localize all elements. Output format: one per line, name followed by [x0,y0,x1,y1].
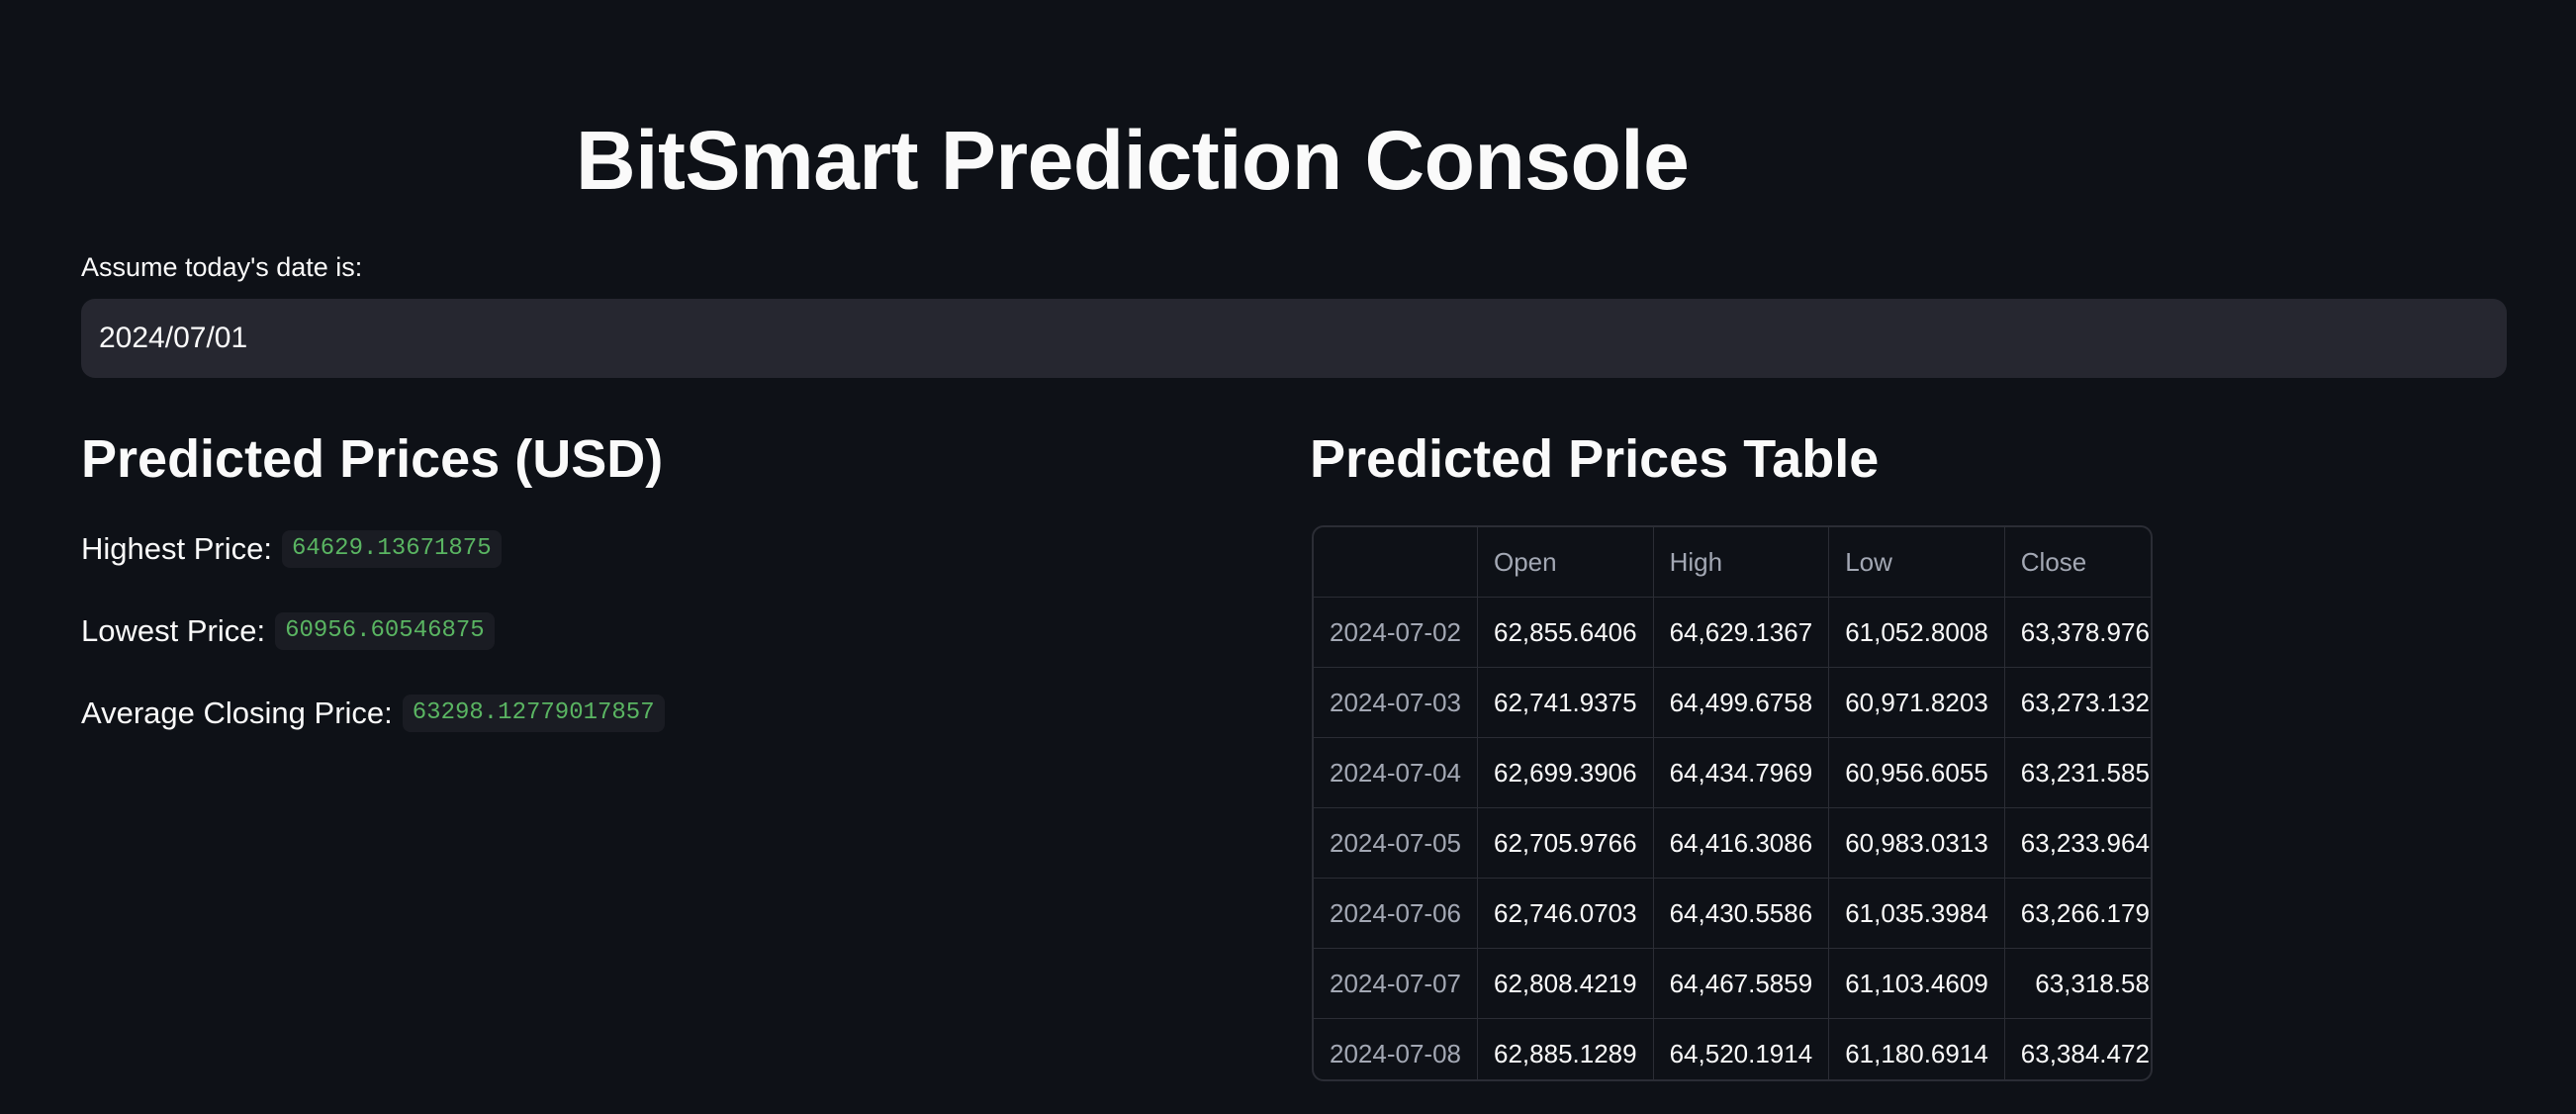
cell-close[interactable]: 63,231.5859 [2003,737,2151,808]
cell-close[interactable]: 63,318.582 [2003,948,2151,1019]
lowest-price-label: Lowest Price: [81,613,266,648]
table-row: 2024-07-02 62,855.6406 64,629.1367 61,05… [1314,597,2151,668]
table-row: 2024-07-06 62,746.0703 64,430.5586 61,03… [1314,878,2151,949]
row-date: 2024-07-07 [1314,948,1478,1019]
app-root: BitSmart Prediction Console Assume today… [0,0,2576,1114]
cell-close[interactable]: 63,266.1797 [2003,878,2151,949]
average-closing-price-label: Average Closing Price: [81,696,393,730]
column-header-high[interactable]: High [1652,527,1830,598]
cell-open[interactable]: 62,808.4219 [1477,948,1654,1019]
average-closing-price-metric: Average Closing Price: 63298.12779017857 [81,693,665,734]
predicted-prices-table-heading: Predicted Prices Table [1310,429,1880,489]
cell-high[interactable]: 64,629.1367 [1652,597,1830,668]
data-table: Open High Low Close 2024-07-02 62,855.64… [1314,527,2151,1079]
cell-low[interactable]: 61,035.3984 [1828,878,2005,949]
cell-low[interactable]: 60,956.6055 [1828,737,2005,808]
cell-low[interactable]: 61,103.4609 [1828,948,2005,1019]
column-header-low[interactable]: Low [1828,527,2005,598]
column-header-close[interactable]: Close [2003,527,2151,598]
table-row: 2024-07-07 62,808.4219 64,467.5859 61,10… [1314,948,2151,1019]
cell-low[interactable]: 60,983.0313 [1828,807,2005,879]
highest-price-value: 64629.13671875 [281,530,502,568]
cell-low[interactable]: 61,180.6914 [1828,1018,2005,1079]
row-date: 2024-07-02 [1314,597,1478,668]
table-row: 2024-07-08 62,885.1289 64,520.1914 61,18… [1314,1018,2151,1079]
column-header-open[interactable]: Open [1477,527,1654,598]
highest-price-metric: Highest Price: 64629.13671875 [81,528,502,570]
cell-open[interactable]: 62,855.6406 [1477,597,1654,668]
cell-high[interactable]: 64,467.5859 [1652,948,1830,1019]
cell-open[interactable]: 62,699.3906 [1477,737,1654,808]
table-row: 2024-07-04 62,699.3906 64,434.7969 60,95… [1314,737,2151,808]
cell-open[interactable]: 62,746.0703 [1477,878,1654,949]
row-date: 2024-07-08 [1314,1018,1478,1079]
cell-high[interactable]: 64,416.3086 [1652,807,1830,879]
cell-close[interactable]: 63,233.9648 [2003,807,2151,879]
average-closing-price-value: 63298.12779017857 [402,695,665,732]
cell-high[interactable]: 64,434.7969 [1652,737,1830,808]
predicted-prices-table[interactable]: Open High Low Close 2024-07-02 62,855.64… [1312,525,2153,1081]
index-header [1314,527,1478,598]
cell-open[interactable]: 62,885.1289 [1477,1018,1654,1079]
cell-low[interactable]: 60,971.8203 [1828,667,2005,738]
cell-close[interactable]: 63,273.1328 [2003,667,2151,738]
cell-low[interactable]: 61,052.8008 [1828,597,2005,668]
cell-high[interactable]: 64,520.1914 [1652,1018,1830,1079]
highest-price-label: Highest Price: [81,531,272,566]
lowest-price-value: 60956.60546875 [275,612,495,650]
cell-high[interactable]: 64,499.6758 [1652,667,1830,738]
row-date: 2024-07-03 [1314,667,1478,738]
row-date: 2024-07-06 [1314,878,1478,949]
lowest-price-metric: Lowest Price: 60956.60546875 [81,610,495,652]
row-date: 2024-07-05 [1314,807,1478,879]
date-input[interactable] [81,299,2507,378]
date-input-label: Assume today's date is: [81,252,363,282]
cell-close[interactable]: 63,384.4727 [2003,1018,2151,1079]
cell-open[interactable]: 62,705.9766 [1477,807,1654,879]
table-header-row: Open High Low Close [1314,527,2151,598]
predicted-prices-heading: Predicted Prices (USD) [81,429,664,489]
cell-high[interactable]: 64,430.5586 [1652,878,1830,949]
table-row: 2024-07-03 62,741.9375 64,499.6758 60,97… [1314,667,2151,738]
table-row: 2024-07-05 62,705.9766 64,416.3086 60,98… [1314,807,2151,879]
cell-close[interactable]: 63,378.9766 [2003,597,2151,668]
row-date: 2024-07-04 [1314,737,1478,808]
cell-open[interactable]: 62,741.9375 [1477,667,1654,738]
page-title: BitSmart Prediction Console [576,114,1690,207]
